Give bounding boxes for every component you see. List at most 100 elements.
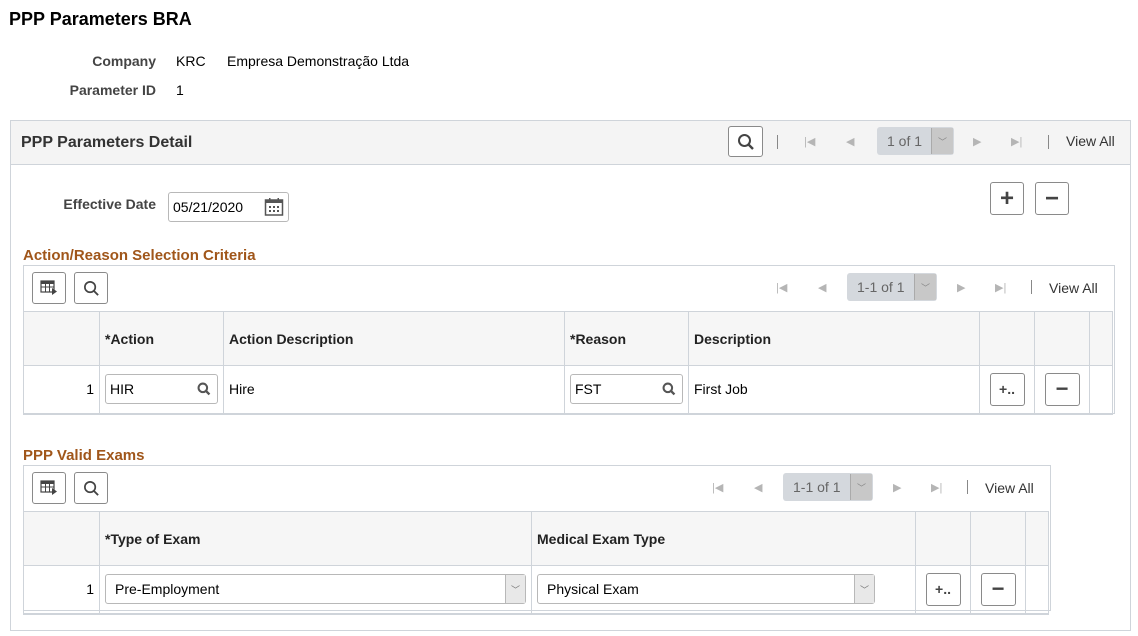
valid-exams-table: *Type of Exam Medical Exam Type 1 Pre-Em… [23, 511, 1049, 615]
personalize-button[interactable] [32, 472, 66, 504]
company-label: Company [92, 53, 156, 69]
search-icon[interactable] [662, 382, 676, 396]
search-icon [737, 133, 754, 150]
next-page-icon[interactable]: ▶ [957, 281, 965, 294]
col-spacer [1089, 311, 1113, 366]
spacer-cell [1025, 565, 1049, 615]
separator [967, 480, 968, 494]
type-of-exam-value: Pre-Employment [115, 581, 220, 598]
type-of-exam-cell: Pre-Employment ﹀ [99, 565, 532, 615]
parameter-id-label: Parameter ID [69, 82, 156, 98]
view-all-link[interactable]: View All [1049, 280, 1098, 296]
effective-date-value: 05/21/2020 [173, 199, 244, 215]
col-row-number [23, 311, 100, 366]
spacer-cell [1089, 365, 1113, 415]
view-all-link[interactable]: View All [985, 480, 1034, 496]
previous-page-icon[interactable]: ◀ [818, 281, 826, 294]
table-row: 1 Pre-Employment ﹀ Physical Exam ﹀ +.. − [23, 565, 1049, 615]
description-cell: First Job [688, 365, 980, 415]
effective-date-label: Effective Date [63, 196, 156, 212]
page-title: PPP Parameters BRA [9, 9, 192, 29]
action-reason-grid: |◀ ◀ 1-1 of 1 ﹀ ▶ ▶| View All *Action Ac… [23, 265, 1115, 415]
company-code: KRC [176, 53, 206, 69]
col-reason: *Reason [564, 311, 689, 366]
col-action-description: Action Description [223, 311, 565, 366]
add-cell: +.. [979, 365, 1035, 415]
row-pager[interactable]: 1 of 1 ﹀ [877, 127, 954, 155]
delete-row-button[interactable]: − [1035, 182, 1069, 215]
first-page-icon[interactable]: |◀ [804, 135, 815, 148]
chevron-down-icon[interactable]: ﹀ [931, 128, 953, 154]
chevron-down-icon[interactable]: ﹀ [914, 274, 936, 300]
first-page-icon[interactable]: |◀ [712, 481, 723, 494]
search-icon [83, 480, 99, 496]
action-reason-section-title: Action/Reason Selection Criteria [23, 247, 256, 264]
action-reason-table: *Action Action Description *Reason Descr… [23, 311, 1113, 415]
col-delete [970, 511, 1026, 566]
type-of-exam-select[interactable]: Pre-Employment ﹀ [105, 574, 526, 605]
chevron-down-icon[interactable]: ﹀ [854, 575, 874, 604]
col-spacer [1025, 511, 1049, 566]
reason-value: FST [575, 381, 602, 398]
last-page-icon[interactable]: ▶| [1011, 135, 1022, 148]
insert-row-button[interactable]: +.. [989, 372, 1025, 406]
action-value: HIR [110, 381, 135, 398]
medical-exam-type-value: Physical Exam [547, 581, 639, 598]
col-action: *Action [99, 311, 224, 366]
find-button[interactable] [728, 126, 763, 157]
table-row: 1 HIR Hire FST First Job +.. − [23, 365, 1113, 415]
grid-personalize-icon [40, 480, 57, 495]
valid-exams-grid: |◀ ◀ 1-1 of 1 ﹀ ▶ ▶| View All *Type of E… [23, 465, 1051, 615]
grid-find-button[interactable] [74, 272, 108, 304]
delete-row-button[interactable]: − [1044, 372, 1080, 406]
table-header-row: *Action Action Description *Reason Descr… [23, 311, 1113, 366]
action-input[interactable]: HIR [105, 374, 218, 405]
company-name: Empresa Demonstração Ltda [227, 53, 410, 69]
parameter-id-value: 1 [176, 82, 184, 98]
next-page-icon[interactable]: ▶ [973, 135, 981, 148]
view-all-link[interactable]: View All [1066, 133, 1115, 149]
col-medical-exam-type: Medical Exam Type [531, 511, 916, 566]
pager-text: 1-1 of 1 [793, 479, 841, 495]
grid-find-button[interactable] [74, 472, 108, 504]
delete-row-button[interactable]: − [980, 572, 1016, 606]
col-add [979, 311, 1035, 366]
ppp-parameters-detail-panel: PPP Parameters Detail |◀ ◀ 1 of 1 ﹀ ▶ ▶|… [10, 120, 1131, 631]
pager-text: 1 of 1 [887, 133, 923, 149]
effective-date-field[interactable]: 05/21/2020 [168, 192, 289, 222]
next-page-icon[interactable]: ▶ [893, 481, 901, 494]
col-delete [1034, 311, 1090, 366]
add-row-button[interactable]: + [990, 182, 1024, 215]
table-header-row: *Type of Exam Medical Exam Type [23, 511, 1049, 566]
previous-page-icon[interactable]: ◀ [754, 481, 762, 494]
reason-cell: FST [564, 365, 689, 415]
previous-page-icon[interactable]: ◀ [846, 135, 854, 148]
col-add [915, 511, 971, 566]
pager-text: 1-1 of 1 [857, 279, 905, 295]
reason-input[interactable]: FST [570, 374, 683, 405]
action-description-cell: Hire [223, 365, 565, 415]
panel-title: PPP Parameters Detail [21, 134, 193, 151]
insert-row-button[interactable]: +.. [925, 572, 961, 606]
calendar-icon[interactable] [264, 197, 284, 217]
last-page-icon[interactable]: ▶| [995, 281, 1006, 294]
chevron-down-icon[interactable]: ﹀ [505, 575, 525, 604]
separator [777, 135, 778, 149]
add-cell: +.. [915, 565, 971, 615]
panel-header: PPP Parameters Detail |◀ ◀ 1 of 1 ﹀ ▶ ▶|… [11, 121, 1130, 165]
personalize-button[interactable] [32, 272, 66, 304]
grid-pager[interactable]: 1-1 of 1 ﹀ [847, 273, 937, 301]
medical-exam-type-cell: Physical Exam ﹀ [531, 565, 916, 615]
row-number: 1 [23, 365, 100, 415]
last-page-icon[interactable]: ▶| [931, 481, 942, 494]
valid-exams-section-title: PPP Valid Exams [23, 447, 145, 464]
grid-personalize-icon [40, 280, 57, 295]
search-icon[interactable] [197, 382, 211, 396]
delete-cell: − [1034, 365, 1090, 415]
first-page-icon[interactable]: |◀ [776, 281, 787, 294]
medical-exam-type-select[interactable]: Physical Exam ﹀ [537, 574, 875, 605]
search-icon [83, 280, 99, 296]
chevron-down-icon[interactable]: ﹀ [850, 474, 872, 500]
grid-pager[interactable]: 1-1 of 1 ﹀ [783, 473, 873, 501]
separator [1031, 280, 1032, 294]
